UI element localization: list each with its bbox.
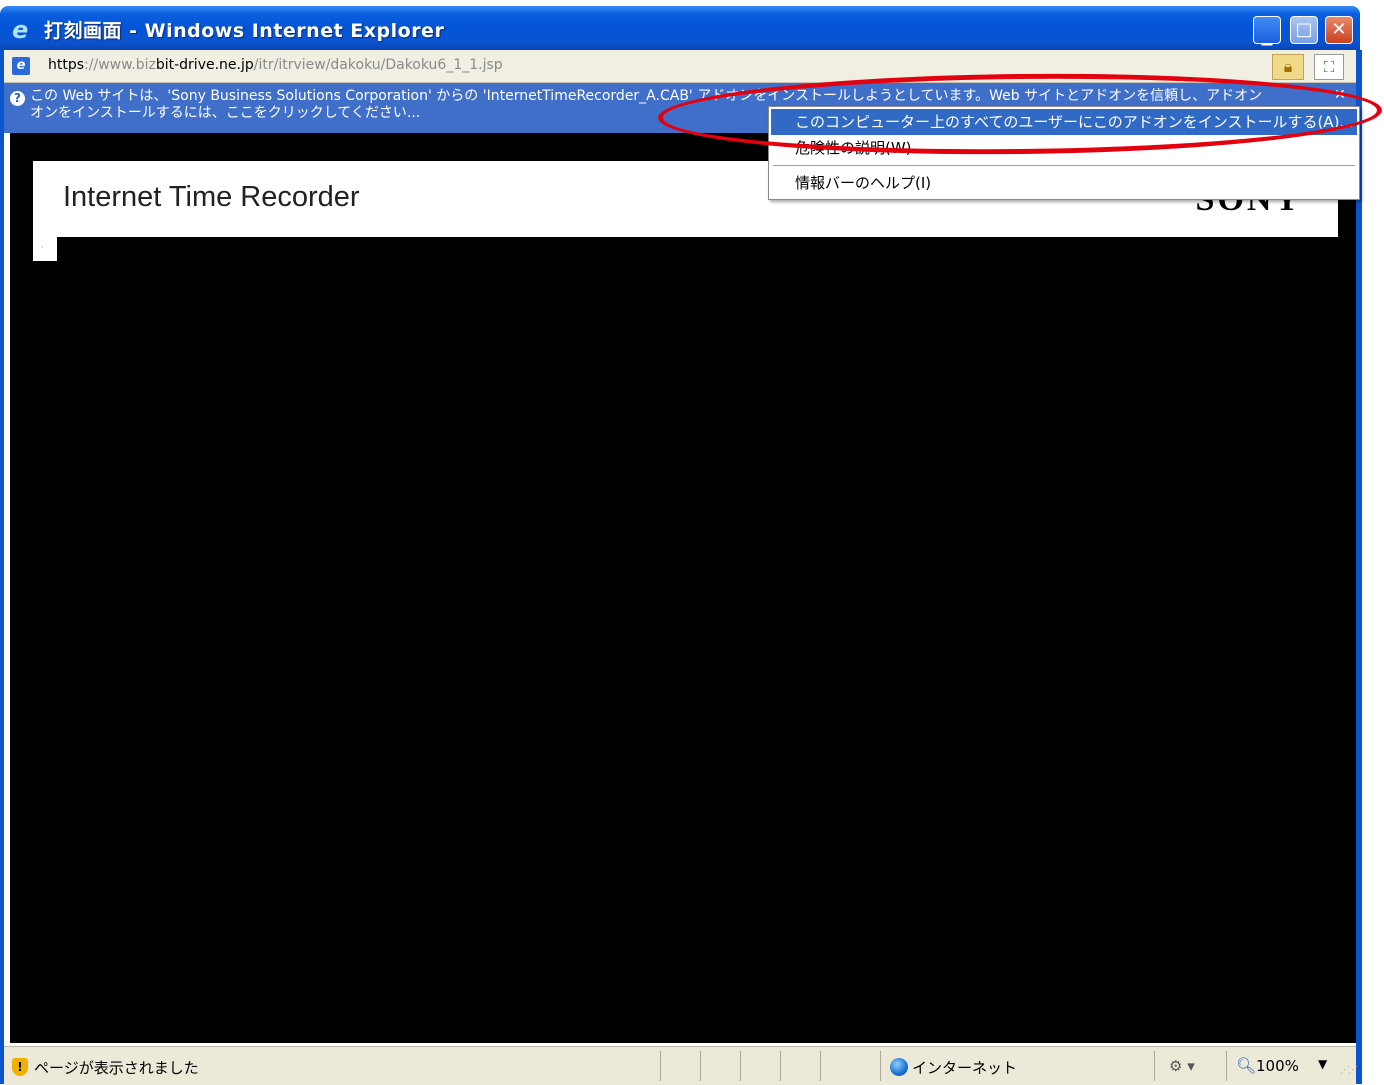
- url-scheme: https: [48, 57, 85, 73]
- maximize-icon: □: [1295, 19, 1313, 40]
- status-divider: [780, 1051, 781, 1081]
- infobar-message-line1: この Web サイトは、'Sony Business Solutions Cor…: [30, 88, 1263, 104]
- url-path: /itr/itrview/dakoku/Dakoku6_1_1.jsp: [253, 57, 503, 73]
- menu-separator: [773, 165, 1355, 166]
- url-domain: bit-drive.ne.jp: [155, 57, 254, 73]
- minimize-icon: _: [1261, 21, 1273, 46]
- status-divider: [660, 1051, 661, 1081]
- infobar-context-menu: このコンピューター上のすべてのユーザーにこのアドオンをインストールする(A)..…: [768, 106, 1360, 200]
- status-divider: [700, 1051, 701, 1081]
- address-bar[interactable]: e https://www.bizbit-drive.ne.jp/itr/itr…: [4, 50, 1356, 83]
- menu-item-install-addon[interactable]: このコンピューター上のすべてのユーザーにこのアドオンをインストールする(A)..…: [771, 109, 1357, 135]
- window-frame-left: [0, 50, 4, 1084]
- ie-logo-icon: e: [12, 16, 29, 44]
- window-frame-right: [1356, 50, 1362, 1084]
- compat-view-icon[interactable]: ⛶: [1314, 54, 1344, 80]
- lock-icon[interactable]: 🔒︎: [1272, 54, 1304, 80]
- app-title: Internet Time Recorder: [63, 181, 360, 213]
- resize-grip-icon[interactable]: ⋰⋰: [1340, 1065, 1358, 1076]
- menu-item-infobar-help[interactable]: 情報バーのヘルプ(I): [771, 170, 1357, 196]
- maximize-button[interactable]: □: [1290, 16, 1318, 44]
- url-text[interactable]: https://www.bizbit-drive.ne.jp/itr/itrvi…: [48, 57, 503, 73]
- browser-window: e 打刻画面 - Windows Internet Explorer _ □ ✕…: [0, 0, 1383, 1085]
- status-text: ページが表示されました: [34, 1059, 199, 1077]
- help-icon: ?: [10, 91, 25, 106]
- zoom-dropdown-icon[interactable]: ▼: [1318, 1057, 1327, 1071]
- menu-item-risk-explanation[interactable]: 危険性の説明(W): [771, 135, 1357, 161]
- page-content: Internet Time Recorder SONY ·: [10, 133, 1356, 1043]
- zoom-level[interactable]: 100%: [1256, 1057, 1299, 1075]
- status-divider: [880, 1051, 881, 1081]
- url-subdomain: ://www.biz: [84, 57, 156, 73]
- minimize-button[interactable]: _: [1253, 16, 1281, 46]
- infobar-close-icon[interactable]: ✕: [1334, 87, 1346, 103]
- infobar-message-line2: オンをインストールするには、ここをクリックしてください...: [30, 105, 421, 121]
- security-zone: インターネット: [912, 1059, 1018, 1077]
- placeholder-dot: ·: [41, 243, 44, 252]
- status-divider: [1154, 1051, 1155, 1081]
- shield-icon: !: [12, 1058, 28, 1076]
- page-icon: e: [12, 57, 30, 75]
- zoom-icon[interactable]: 🔍︎: [1236, 1056, 1256, 1075]
- status-divider: [820, 1051, 821, 1081]
- status-divider: [1226, 1051, 1227, 1081]
- status-divider: [740, 1051, 741, 1081]
- protected-mode-icon[interactable]: ⚙︎ ▾: [1169, 1057, 1195, 1075]
- close-button[interactable]: ✕: [1325, 16, 1353, 44]
- close-icon: ✕: [1331, 19, 1347, 40]
- window-title: 打刻画面 - Windows Internet Explorer: [44, 20, 445, 42]
- addon-placeholder: ·: [33, 237, 57, 261]
- status-bar: ! ページが表示されました インターネット ⚙︎ ▾ 🔍︎ 100% ▼ ⋰⋰: [4, 1046, 1358, 1085]
- globe-icon: [890, 1058, 908, 1076]
- title-bar[interactable]: e 打刻画面 - Windows Internet Explorer _ □ ✕: [0, 6, 1360, 50]
